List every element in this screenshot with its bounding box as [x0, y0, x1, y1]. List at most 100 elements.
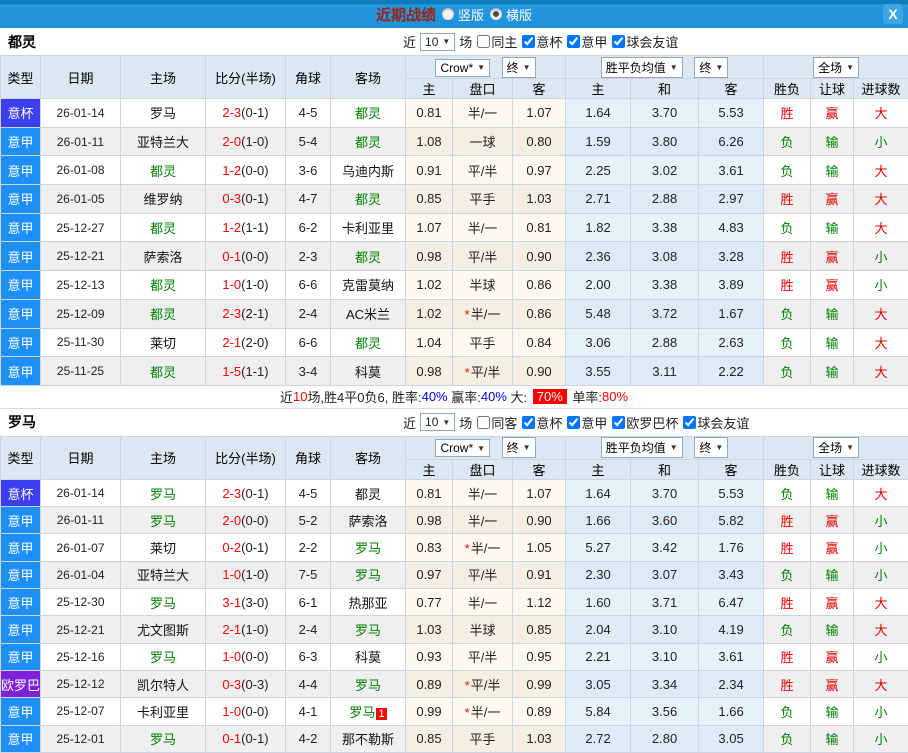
match-date: 25-12-12 — [41, 670, 121, 697]
handicap-line: 一球 — [453, 127, 513, 156]
scope-select[interactable]: 全场▼ — [813, 437, 859, 458]
corners: 4-4 — [286, 670, 331, 697]
final-score: 1-2 — [222, 220, 241, 235]
record-summary: 近10场,胜4平0负6, 胜率:40% 赢率:40% 大: 70% 单率:80% — [0, 386, 908, 409]
competition-badge: 意甲 — [1, 156, 41, 185]
avg-stage-select[interactable]: 终▼ — [694, 57, 728, 78]
chevron-down-icon: ▼ — [670, 63, 678, 72]
competition-badge: 意甲 — [1, 616, 41, 643]
scope-value: 全场 — [818, 59, 842, 76]
match-row: 意甲26-01-11罗马2-0(0-0)5-2萨索洛0.98半/一0.901.6… — [1, 507, 908, 534]
avg-away-odds: 5.53 — [699, 479, 764, 506]
half-score: (1-0) — [241, 134, 268, 149]
avg-draw-odds: 3.71 — [631, 589, 699, 616]
layout-radio-horizontal[interactable]: 横版 — [490, 5, 532, 24]
competition-checkbox[interactable] — [683, 416, 696, 429]
handicap-value: 半/一 — [468, 106, 498, 121]
match-row: 意甲25-12-09都灵2-3(2-1)2-4AC米兰1.02*半/一0.865… — [1, 299, 908, 328]
away-team: 都灵 — [331, 127, 406, 156]
match-row: 意甲26-01-07莱切0-2(0-1)2-2罗马0.83*半/一1.055.2… — [1, 534, 908, 561]
competition-badge: 意甲 — [1, 534, 41, 561]
competition-checkbox[interactable] — [567, 416, 580, 429]
layout-radio-vertical[interactable]: 竖版 — [442, 5, 484, 24]
odds-stage-select[interactable]: 终▼ — [502, 437, 536, 458]
away-team: 热那亚 — [331, 589, 406, 616]
avg-type-select[interactable]: 胜平负均值▼ — [601, 437, 683, 458]
filter-bar: 近 10▼ 场 同客 意杯意甲欧罗巴杯球会友谊 — [403, 409, 749, 436]
match-date: 25-12-13 — [41, 271, 121, 300]
team-name: 萨索洛 — [143, 250, 182, 265]
competition-checkbox[interactable] — [567, 35, 580, 48]
away-odds: 0.86 — [513, 271, 566, 300]
corners: 6-3 — [286, 643, 331, 670]
changed-line-marker: * — [465, 541, 470, 556]
competition-checkbox[interactable] — [612, 35, 625, 48]
match-date: 25-12-16 — [41, 643, 121, 670]
avg-type-value: 胜平负均值 — [606, 59, 666, 76]
match-date: 26-01-07 — [41, 534, 121, 561]
competition-checkbox[interactable] — [612, 416, 625, 429]
match-date: 25-12-30 — [41, 589, 121, 616]
match-row: 意甲25-12-01罗马0-1(0-1)4-2那不勒斯0.85平手1.032.7… — [1, 725, 908, 752]
summary-part: 大: — [507, 387, 531, 406]
avg-draw-odds: 3.34 — [631, 670, 699, 697]
final-score: 1-2 — [222, 163, 241, 178]
odds-stage-select[interactable]: 终▼ — [502, 57, 536, 78]
same-venue-checkbox[interactable] — [477, 416, 490, 429]
home-team: 尤文图斯 — [121, 616, 206, 643]
competition-badge: 意甲 — [1, 127, 41, 156]
handicap-line: 平手 — [453, 328, 513, 357]
result-goals: 大 — [854, 670, 908, 697]
result-wdl: 胜 — [764, 534, 811, 561]
chevron-down-icon: ▼ — [523, 443, 531, 452]
bookmaker-select[interactable]: Crow*▼ — [435, 59, 490, 77]
final-score: 1-0 — [222, 277, 241, 292]
match-count-select[interactable]: 10▼ — [420, 413, 455, 431]
team-name: 维罗纳 — [143, 192, 182, 207]
result-goals: 大 — [854, 357, 908, 386]
competition-checkbox[interactable] — [522, 416, 535, 429]
chevron-down-icon: ▼ — [670, 443, 678, 452]
half-score: (0-1) — [241, 191, 268, 206]
result-wdl: 胜 — [764, 242, 811, 271]
result-handicap: 输 — [811, 616, 854, 643]
match-date: 25-11-25 — [41, 357, 121, 386]
match-row: 意甲25-11-25都灵1-5(1-1)3-4科莫0.98*平/半0.903.5… — [1, 357, 908, 386]
home-team: 凯尔特人 — [121, 670, 206, 697]
half-score: (2-0) — [241, 335, 268, 350]
half-score: (0-3) — [241, 677, 268, 692]
team-name: 都灵 — [355, 336, 381, 351]
radio-unchecked-icon[interactable] — [442, 8, 454, 20]
competition-badge: 意甲 — [1, 643, 41, 670]
team-name: 尤文图斯 — [137, 623, 189, 638]
result-handicap: 输 — [811, 561, 854, 588]
result-handicap: 输 — [811, 698, 854, 725]
avg-stage-select[interactable]: 终▼ — [694, 437, 728, 458]
avg-draw-odds: 3.72 — [631, 299, 699, 328]
match-date: 25-12-01 — [41, 725, 121, 752]
team-name: 克雷莫纳 — [342, 278, 394, 293]
handicap-line: 半/一 — [453, 507, 513, 534]
home-team: 都灵 — [121, 156, 206, 185]
section-header-roma: 罗马 近 10▼ 场 同客 意杯意甲欧罗巴杯球会友谊 — [0, 409, 908, 436]
avg-type-select[interactable]: 胜平负均值 ▼ — [601, 57, 683, 78]
score: 0-2(0-1) — [206, 534, 286, 561]
scope-select[interactable]: 全场▼ — [813, 57, 859, 78]
result-goals: 小 — [854, 242, 908, 271]
score: 0-1(0-1) — [206, 725, 286, 752]
col-date: 日期 — [41, 56, 121, 99]
radio-checked-icon[interactable] — [490, 8, 502, 20]
close-icon[interactable]: X — [883, 4, 903, 24]
match-count-select[interactable]: 10▼ — [420, 33, 455, 51]
bookmaker-value: Crow* — [440, 61, 473, 75]
bookmaker-select[interactable]: Crow*▼ — [435, 439, 490, 457]
avg-draw-odds: 2.88 — [631, 328, 699, 357]
home-odds: 0.99 — [406, 698, 453, 725]
competition-checkbox[interactable] — [522, 35, 535, 48]
score: 2-3(0-1) — [206, 479, 286, 506]
home-team: 罗马 — [121, 725, 206, 752]
team-name: 科莫 — [355, 650, 381, 665]
corners: 6-1 — [286, 589, 331, 616]
same-venue-checkbox[interactable] — [477, 35, 490, 48]
bookmaker-value: Crow* — [440, 441, 473, 455]
